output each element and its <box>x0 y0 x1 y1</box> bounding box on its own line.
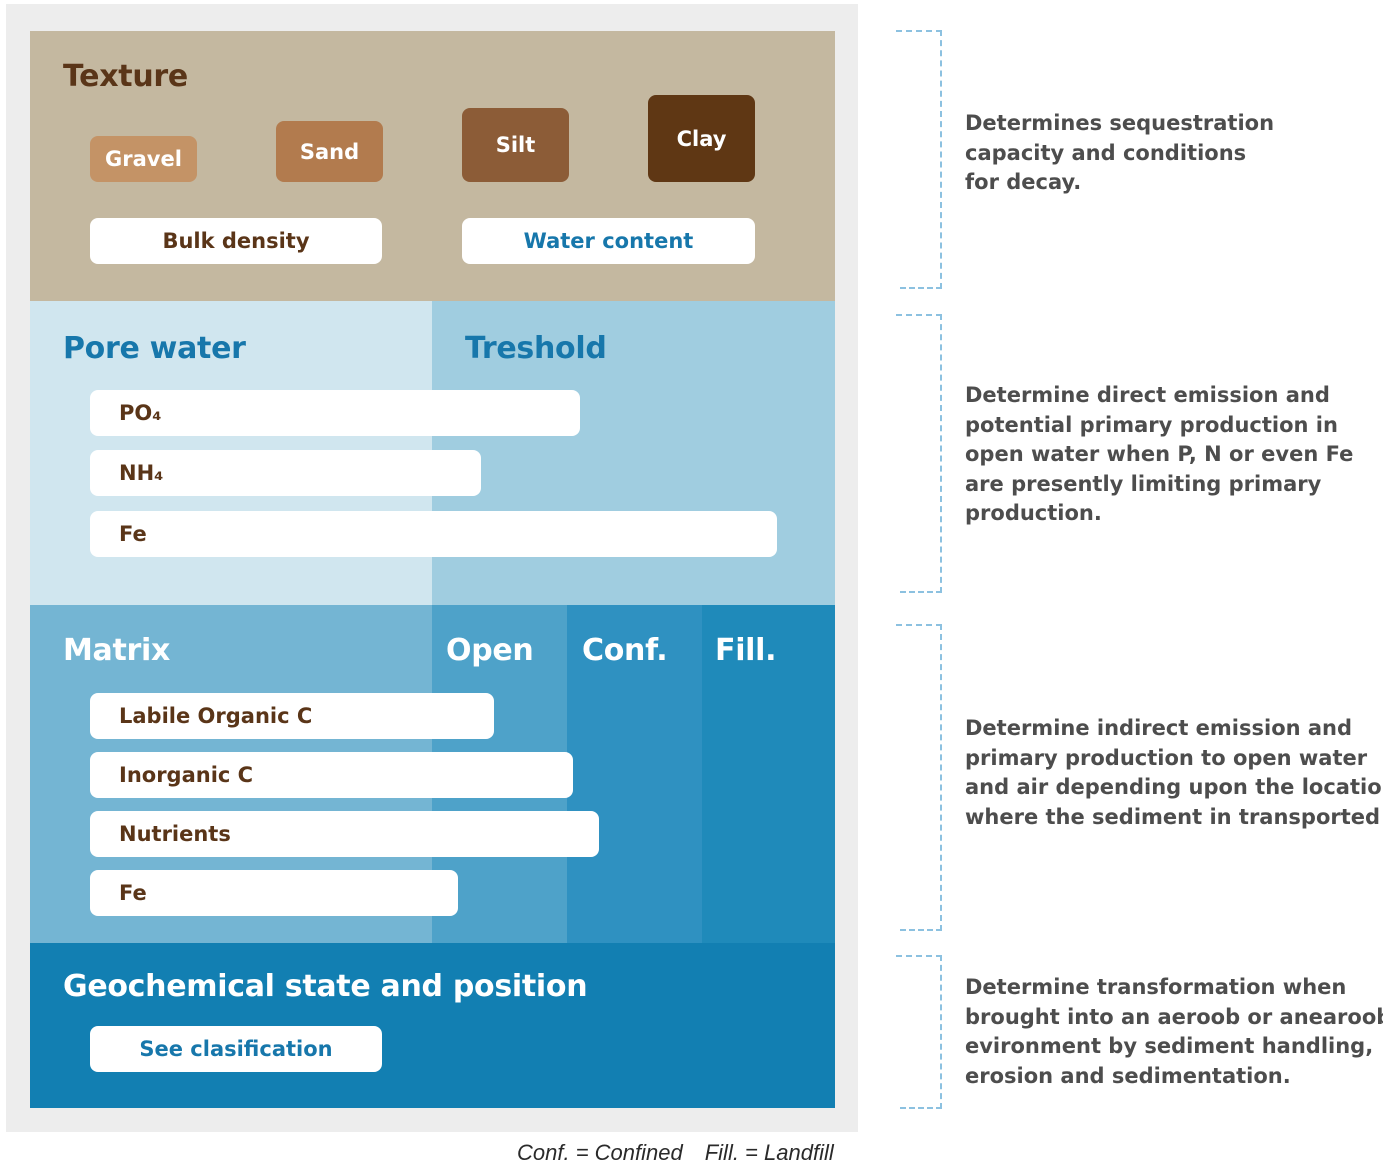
texture-chip-gravel: Gravel <box>90 136 197 182</box>
threshold-heading: Treshold <box>465 331 607 366</box>
matrix-section: Matrix Open Conf. Fill. Labile Organic C… <box>30 605 835 943</box>
pore-water-bar-nh4: NH₄ <box>90 450 481 496</box>
texture-note: Determines sequestration capacity and con… <box>965 111 1275 194</box>
bulk-density-label: Bulk density <box>90 218 382 264</box>
geochemical-section: Geochemical state and position See clasi… <box>30 943 835 1108</box>
pore-water-section: Pore water Treshold PO₄ NH₄ Fe <box>30 301 835 605</box>
footnote-confined: Conf. = Confined <box>517 1140 683 1165</box>
matrix-bar-inorganic-c: Inorganic C <box>90 752 573 798</box>
pore-water-bar-po4: PO₄ <box>90 390 580 436</box>
open-heading: Open <box>446 633 534 668</box>
texture-section: Texture Gravel Sand Silt Clay Bulk densi… <box>30 31 835 301</box>
pore-water-bar-fe: Fe <box>90 511 777 557</box>
geochemical-note: Determine transformation when brought int… <box>965 975 1383 1088</box>
landfill-heading: Fill. <box>715 633 777 668</box>
see-classification-button[interactable]: See clasification <box>90 1026 382 1072</box>
pore-water-note: Determine direct emission and potential p… <box>965 383 1354 525</box>
pore-water-bracket <box>896 314 942 593</box>
texture-chip-silt: Silt <box>462 108 569 182</box>
texture-chip-sand: Sand <box>276 121 383 182</box>
texture-chip-clay: Clay <box>648 95 755 182</box>
matrix-bracket <box>896 624 942 931</box>
geochemical-bracket <box>896 955 942 1109</box>
geochemical-heading: Geochemical state and position <box>63 969 588 1004</box>
matrix-heading: Matrix <box>63 633 171 668</box>
matrix-bar-labile-organic-c: Labile Organic C <box>90 693 494 739</box>
footnote-landfill: Fill. = Landfill <box>704 1140 834 1165</box>
matrix-bar-fe: Fe <box>90 870 458 916</box>
pore-water-heading: Pore water <box>63 331 246 366</box>
confined-heading: Conf. <box>582 633 668 668</box>
water-content-label: Water content <box>462 218 755 264</box>
texture-heading: Texture <box>63 59 188 94</box>
matrix-note: Determine indirect emission and primary p… <box>965 716 1383 829</box>
matrix-bar-nutrients: Nutrients <box>90 811 599 857</box>
abbreviation-footnote: Conf. = Confined Fill. = Landfill <box>517 1140 856 1166</box>
texture-bracket <box>896 30 942 289</box>
